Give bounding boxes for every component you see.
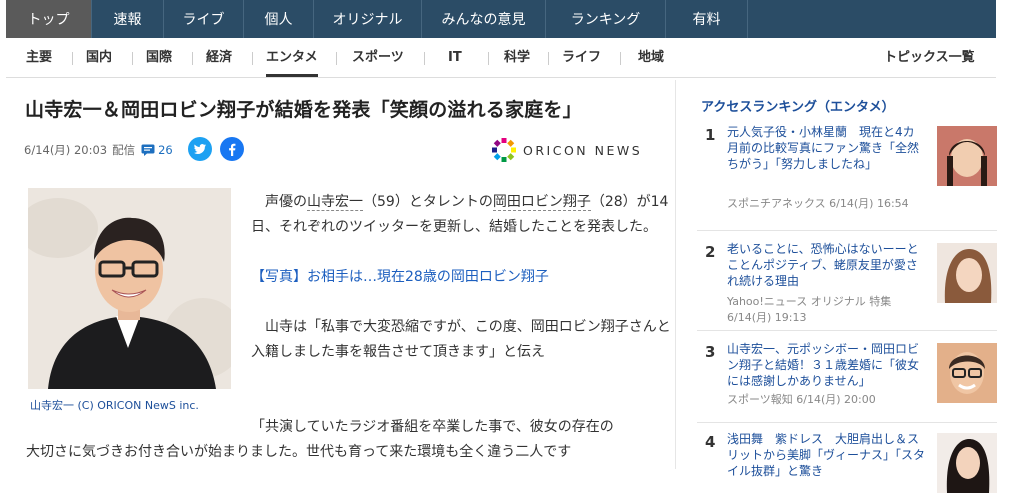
category-life[interactable]: ライフ [562, 38, 601, 77]
ranking-item[interactable]: 2 老いることに、恐怖心はないーーとことんポジティブ、蛯原友里が愛され続ける理由… [697, 230, 997, 331]
rank-thumbnail[interactable] [937, 243, 997, 303]
ranking-title: アクセスランキング（エンタメ） [701, 100, 895, 115]
divider [336, 52, 337, 65]
twitter-share-button[interactable] [188, 137, 212, 161]
rank-title[interactable]: 老いることに、恐怖心はないーーとことんポジティブ、蛯原友里が愛され続ける理由 [727, 241, 925, 289]
rank-source: スポニチアネックス 6/14(月) 16:54 [727, 197, 909, 210]
divider [620, 52, 621, 65]
divider [548, 52, 549, 65]
rank-thumbnail[interactable] [937, 433, 997, 493]
ranking-item[interactable]: 3 山寺宏一、元ポッシボー・岡田ロビン翔子と結婚！３１歳差婚に「彼女には感謝しか… [697, 330, 997, 423]
person-link[interactable]: 岡田ロビン翔子 [492, 194, 591, 211]
tab-paid[interactable]: 有料 [666, 0, 748, 38]
article-photo[interactable] [28, 188, 231, 389]
comment-link[interactable]: 26 [141, 143, 173, 157]
body-text: 「共演していたラジオ番組を卒業した事で、彼女の存在の [251, 419, 614, 435]
category-sports[interactable]: スポーツ [352, 38, 404, 77]
body-text: 山寺は「私事で大変恐縮ですが、この度、岡田ロビン翔子さんと入籍しました事を報告さ… [251, 319, 671, 360]
tab-opinions[interactable]: みんなの意見 [422, 0, 546, 38]
person-link[interactable]: 山寺宏一 [307, 194, 363, 211]
rank-number: 3 [705, 343, 716, 361]
article-title: 山寺宏一＆岡田ロビン翔子が結婚を発表「笑顔の溢れる家庭を」 [25, 99, 582, 121]
divider [132, 52, 133, 65]
divider [72, 52, 73, 65]
body-text: （59）とタレントの [363, 194, 493, 210]
rank-number: 4 [705, 433, 716, 451]
category-region[interactable]: 地域 [638, 38, 664, 77]
thumbnail-image [937, 433, 997, 493]
photo-link[interactable]: 【写真】お相手は…現在28歳の岡田ロビン翔子 [251, 269, 549, 285]
photo-caption: 山寺宏一 (C) ORICON NewS inc. [30, 399, 199, 412]
twitter-icon [194, 144, 207, 154]
tab-top[interactable]: トップ [6, 0, 92, 38]
rank-title[interactable]: 元人気子役・小林星蘭 現在と4カ月前の比較写真にファン驚き「全然ちがう」「努力し… [727, 124, 925, 172]
publish-label: 配信 [112, 143, 136, 157]
rank-thumbnail[interactable] [937, 343, 997, 403]
rank-source: Yahoo!ニュース オリジナル 特集 6/14(月) 19:13 [727, 295, 892, 324]
divider [424, 52, 425, 65]
tab-ranking[interactable]: ランキング [546, 0, 666, 38]
rank-title[interactable]: 浅田舞 紫ドレス 大胆肩出し＆スリットから美脚「ヴィーナス」「スタイル抜群」と驚… [727, 431, 925, 479]
portrait-image [28, 188, 231, 389]
tab-live[interactable]: ライブ [164, 0, 244, 38]
category-economy[interactable]: 経済 [206, 38, 232, 77]
rank-thumbnail[interactable] [937, 126, 997, 186]
source-name: ORICON NEWS [523, 142, 643, 158]
rank-number: 2 [705, 243, 716, 261]
rank-source: スポーツ報知 6/14(月) 20:00 [727, 393, 876, 406]
top-nav: トップ 速報 ライブ 個人 オリジナル みんなの意見 ランキング 有料 [6, 0, 996, 38]
comment-icon [141, 144, 155, 156]
category-it[interactable]: IT [448, 38, 462, 77]
ranking-item[interactable]: 1 元人気子役・小林星蘭 現在と4カ月前の比較写真にファン驚き「全然ちがう」「努… [697, 120, 997, 230]
ranking-item[interactable]: 4 浅田舞 紫ドレス 大胆肩出し＆スリットから美脚「ヴィーナス」「スタイル抜群」… [697, 422, 997, 493]
article: 山寺宏一＆岡田ロビン翔子が結婚を発表「笑顔の溢れる家庭を」 6/14(月) 20… [6, 80, 676, 469]
tab-breaking[interactable]: 速報 [92, 0, 164, 38]
thumbnail-image [937, 126, 997, 186]
rank-title[interactable]: 山寺宏一、元ポッシボー・岡田ロビン翔子と結婚！３１歳差婚に「彼女には感謝しかあり… [727, 341, 925, 389]
tab-personal[interactable]: 個人 [244, 0, 314, 38]
category-nav: 主要 国内 国際 経済 エンタメ スポーツ IT 科学 ライフ 地域 トピックス… [6, 38, 996, 78]
rank-number: 1 [705, 126, 716, 144]
category-science[interactable]: 科学 [504, 38, 530, 77]
comment-count: 26 [158, 143, 173, 157]
divider [488, 52, 489, 65]
divider [252, 52, 253, 65]
tab-original[interactable]: オリジナル [314, 0, 422, 38]
access-ranking: アクセスランキング（エンタメ） 1 元人気子役・小林星蘭 現在と4カ月前の比較写… [697, 80, 997, 493]
thumbnail-image [937, 243, 997, 303]
topics-list-link[interactable]: トピックス一覧 [884, 38, 975, 77]
oricon-logo-icon [492, 138, 516, 162]
thumbnail-image [937, 343, 997, 403]
category-entertainment[interactable]: エンタメ [266, 38, 318, 77]
publish-date: 6/14(月) 20:03 [24, 143, 108, 157]
article-meta: 6/14(月) 20:03 配信 26 [24, 142, 173, 158]
source-logo: ORICON NEWS [491, 137, 642, 163]
divider [192, 52, 193, 65]
facebook-icon [229, 143, 236, 156]
body-text: 声優の [265, 194, 307, 210]
body-text-wide: 「共演していたラジオ番組を卒業した事で、彼女の存在の [26, 415, 676, 440]
body-text-wide: 大切さに気づきお付き合いが始まりました。世代も育って来た環境も全く違う二人です [26, 444, 572, 460]
category-international[interactable]: 国際 [146, 38, 172, 77]
facebook-share-button[interactable] [220, 137, 244, 161]
category-main[interactable]: 主要 [26, 38, 52, 77]
article-body: 声優の山寺宏一（59）とタレントの岡田ロビン翔子（28）が14日、それぞれのツイ… [251, 190, 671, 365]
category-domestic[interactable]: 国内 [86, 38, 112, 77]
